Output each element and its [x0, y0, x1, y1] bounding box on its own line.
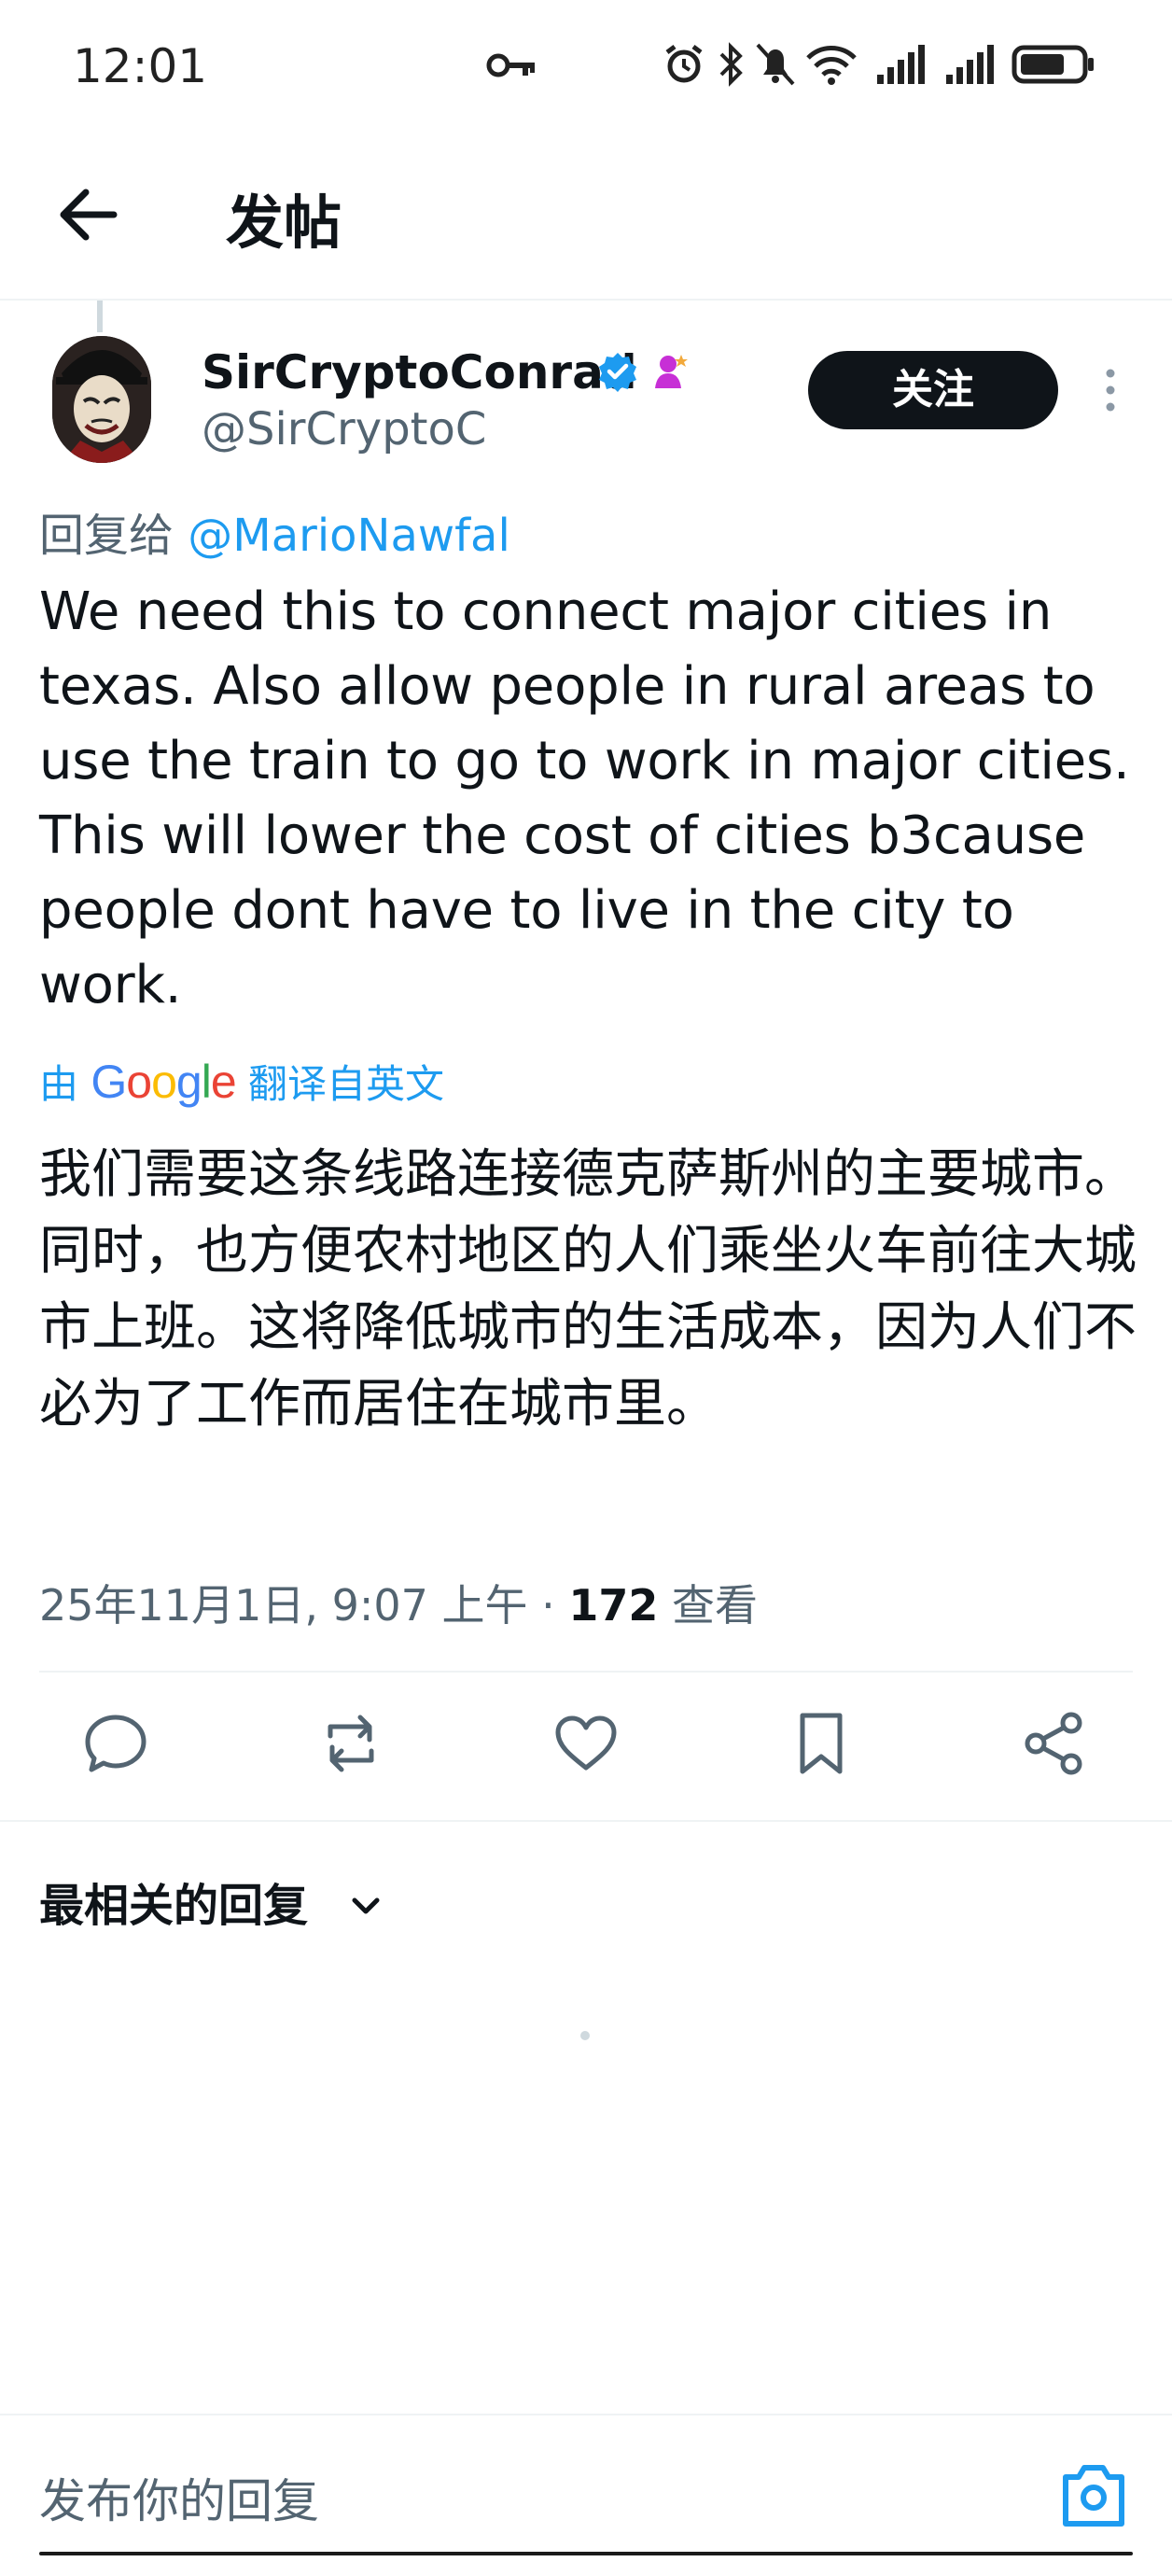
reply-composer-input[interactable]: 发布你的回复 [39, 2464, 319, 2531]
bluetooth-icon [719, 42, 743, 87]
share-icon[interactable] [1019, 1708, 1090, 1779]
translate-suffix: 翻译自英文 [248, 1061, 445, 1107]
action-divider [0, 1820, 1172, 1822]
header-divider [0, 299, 1172, 301]
signal-icon [946, 45, 994, 84]
post-text: We need this to connect major cities in … [39, 581, 1130, 1015]
reply-to-mention-link[interactable]: @MarioNawfal [188, 510, 510, 562]
header: 发帖 [0, 131, 1172, 299]
signal-icon [877, 45, 925, 84]
camera-icon[interactable] [1060, 2457, 1127, 2531]
author-handle[interactable]: @SirCryptoC [202, 403, 486, 455]
reply-to-line: 回复给 @MarioNawfal [39, 498, 510, 564]
page-title: 发帖 [226, 189, 342, 257]
loading-indicator [580, 2031, 590, 2040]
composer-divider [0, 2414, 1172, 2415]
thread-line [97, 301, 103, 332]
affiliate-badge-icon [655, 355, 688, 388]
status-bar: 12:01 [0, 0, 1172, 131]
meta-separator: · [541, 1580, 555, 1631]
google-logo: Google [91, 1056, 236, 1108]
alarm-icon [665, 45, 703, 83]
post-meta: 25年11月1日, 9:07 上午 · 172 查看 [39, 1572, 758, 1633]
reply-sort-selector[interactable]: 最相关的回复 [39, 1869, 308, 1934]
post-timestamp[interactable]: 25年11月1日, 9:07 上午 [39, 1580, 528, 1631]
translated-post-text: 我们需要这条线路连接德克萨斯州的主要城市。同时，也方便农村地区的人们乘坐火车前往… [39, 1144, 1137, 1435]
back-arrow-icon[interactable] [52, 177, 127, 252]
like-icon[interactable] [551, 1708, 621, 1779]
reply-to-prefix: 回复给 [39, 510, 174, 562]
reply-icon[interactable] [80, 1708, 151, 1779]
mute-icon [756, 43, 795, 86]
key-icon [486, 53, 535, 77]
verified-badge-icon [599, 353, 636, 392]
bookmark-icon[interactable] [786, 1708, 857, 1779]
repost-icon[interactable] [315, 1708, 386, 1779]
views-label: 查看 [672, 1580, 759, 1631]
wifi-icon [806, 46, 857, 85]
author-display-name[interactable]: SirCryptoConrad [202, 345, 637, 399]
follow-button[interactable]: 关注 [808, 351, 1058, 429]
chevron-down-icon[interactable] [345, 1885, 386, 1926]
battery-icon [1012, 45, 1094, 84]
action-bar [0, 1671, 1172, 1820]
views-count: 172 [568, 1580, 659, 1631]
translation-attribution[interactable]: 由 Google 翻译自英文 [39, 1053, 444, 1110]
composer-underline [39, 2552, 1133, 2555]
avatar[interactable] [52, 336, 151, 463]
translate-by-prefix: 由 [39, 1061, 79, 1107]
avatar-image [52, 336, 151, 463]
status-time: 12:01 [73, 39, 208, 93]
more-options-icon[interactable] [1101, 366, 1120, 414]
